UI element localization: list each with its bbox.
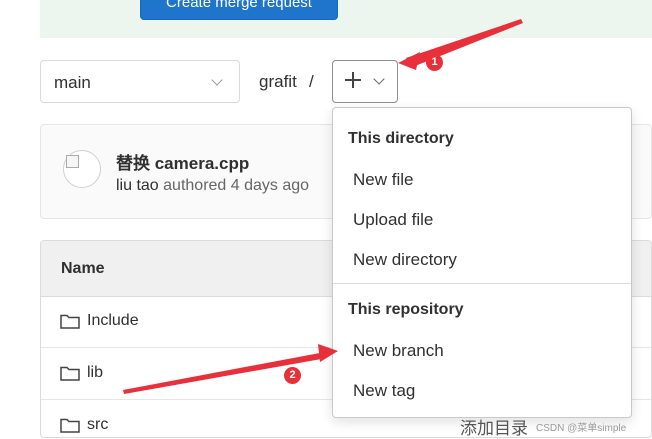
menu-item-new-file[interactable]: New file <box>353 170 413 190</box>
avatar[interactable] <box>63 150 101 188</box>
annotation-marker-2: 2 <box>284 367 301 384</box>
menu-divider <box>333 283 631 284</box>
commit-meta: liu tao authored 4 days ago <box>116 177 309 195</box>
column-name: Name <box>61 260 105 277</box>
arrow-1-head <box>398 52 420 70</box>
menu-item-upload-file[interactable]: Upload file <box>353 210 433 230</box>
menu-item-new-directory[interactable]: New directory <box>353 250 457 270</box>
breadcrumb-separator: / <box>309 72 314 91</box>
branch-name: main <box>54 73 91 92</box>
file-name[interactable]: src <box>87 416 108 434</box>
menu-item-new-branch[interactable]: New branch <box>353 341 444 361</box>
create-merge-request-button[interactable]: Create merge request <box>140 0 338 20</box>
commit-author[interactable]: liu tao <box>116 177 159 194</box>
file-name[interactable]: lib <box>87 364 103 382</box>
merge-request-banner: Create merge request <box>40 0 652 38</box>
caption-text: 添加目录 <box>460 419 528 439</box>
branch-selector[interactable]: main <box>40 60 240 103</box>
commit-title[interactable]: 替换 camera.cpp <box>116 149 249 174</box>
breadcrumb-repo[interactable]: grafit <box>259 72 297 92</box>
commit-time: authored 4 days ago <box>163 177 310 194</box>
folder-icon <box>60 418 80 433</box>
section-this-repository: This repository <box>348 301 464 318</box>
chevron-down-icon <box>373 73 385 85</box>
section-this-directory: This directory <box>348 130 454 147</box>
plus-icon <box>343 70 363 90</box>
chevron-down-icon <box>211 74 223 86</box>
folder-icon <box>60 366 80 381</box>
annotation-marker-1: 1 <box>426 54 443 71</box>
watermark-text: CSDN @菜单simple <box>536 423 627 434</box>
menu-item-new-tag[interactable]: New tag <box>353 381 415 401</box>
folder-icon <box>60 314 80 329</box>
file-name[interactable]: Include <box>87 312 139 330</box>
add-dropdown-menu: This directory New file Upload file New … <box>332 107 632 418</box>
add-to-tree-button[interactable] <box>332 60 398 103</box>
